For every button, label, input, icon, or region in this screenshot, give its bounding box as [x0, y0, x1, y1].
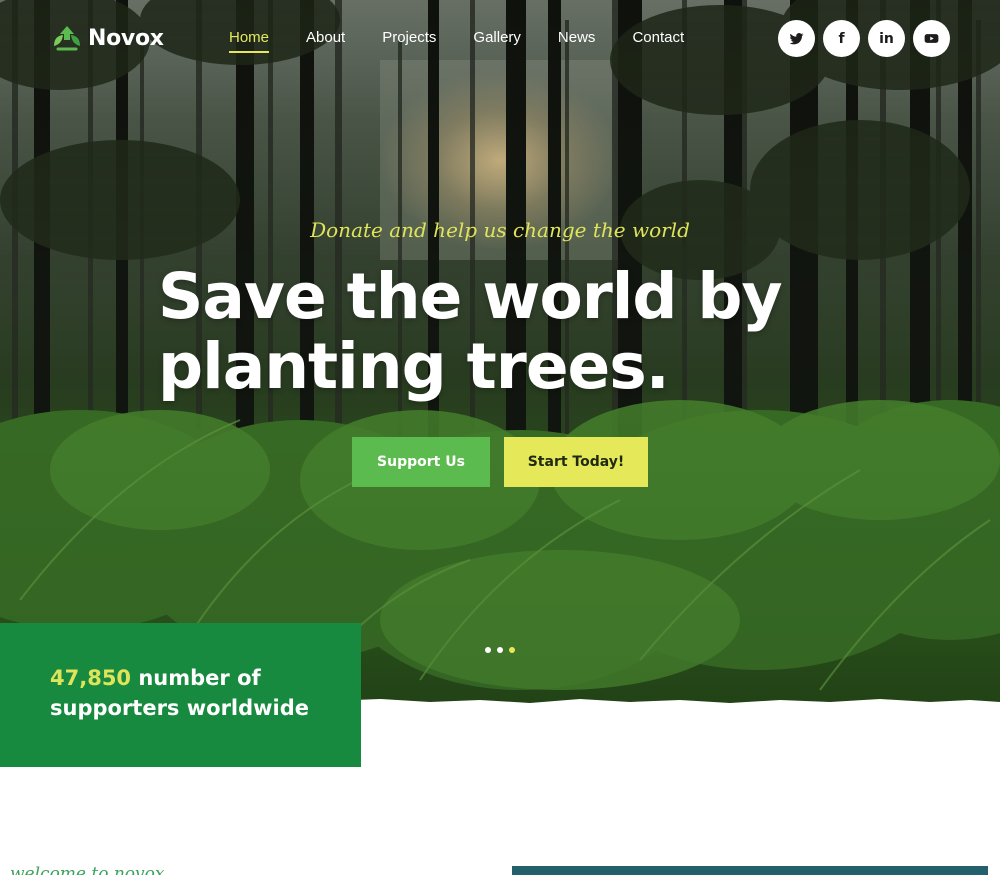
- support-us-button[interactable]: Support Us: [352, 437, 490, 487]
- slider-pagination: [485, 647, 515, 653]
- hero-headline: Save the world by planting trees.: [158, 262, 858, 402]
- nav-gallery[interactable]: Gallery: [473, 29, 521, 50]
- supporters-count: 47,850: [50, 666, 132, 690]
- site-header: Novox Home About Projects Gallery News C…: [0, 0, 1000, 78]
- nav-about[interactable]: About: [306, 29, 345, 50]
- nav-contact[interactable]: Contact: [632, 29, 684, 50]
- main-nav: Home About Projects Gallery News Contact: [229, 29, 721, 53]
- start-today-button[interactable]: Start Today!: [504, 437, 648, 487]
- logo[interactable]: Novox: [50, 22, 164, 54]
- stat-line-2: supporters worldwide: [50, 696, 310, 720]
- nav-news[interactable]: News: [558, 29, 596, 50]
- nav-projects[interactable]: Projects: [382, 29, 436, 50]
- welcome-label: welcome to novox: [10, 864, 165, 875]
- stat-line-1: 47,850 number of: [50, 663, 361, 693]
- youtube-icon[interactable]: [913, 20, 950, 57]
- about-image-block: [512, 866, 988, 875]
- logo-text: Novox: [88, 25, 164, 51]
- stat-text-1: number of: [131, 666, 261, 690]
- linkedin-icon[interactable]: in: [868, 20, 905, 57]
- twitter-icon[interactable]: [778, 20, 815, 57]
- supporters-stat-box: 47,850 number of supporters worldwide: [0, 623, 361, 767]
- slider-dot-2[interactable]: [497, 647, 503, 653]
- hero-tagline: Donate and help us change the world: [310, 218, 690, 242]
- hero-headline-line1: Save the world by: [158, 260, 783, 333]
- slider-dot-1[interactable]: [485, 647, 491, 653]
- recycle-leaf-icon: [54, 26, 80, 51]
- social-links: f in: [778, 20, 950, 57]
- slider-dot-3[interactable]: [509, 647, 515, 653]
- nav-home[interactable]: Home: [229, 29, 270, 53]
- hero-headline-line2: planting trees.: [158, 330, 670, 403]
- facebook-icon[interactable]: f: [823, 20, 860, 57]
- hero-section: Novox Home About Projects Gallery News C…: [0, 0, 1000, 710]
